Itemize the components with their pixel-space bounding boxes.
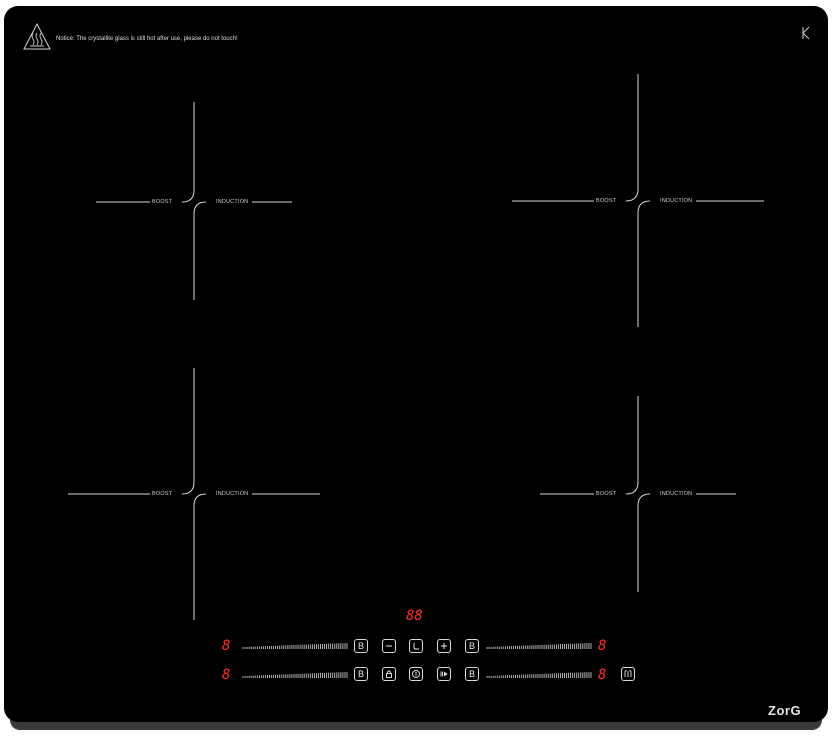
timer-icon (413, 643, 419, 650)
power-slider-right-top[interactable] (486, 643, 592, 649)
induction-label: INDUCTION (216, 491, 249, 497)
induction-label: INDUCTION (660, 198, 693, 204)
power-icon (412, 670, 420, 678)
lock-icon (386, 670, 392, 678)
lock-button[interactable] (382, 667, 396, 681)
minus-button[interactable] (382, 639, 396, 653)
bridge-button[interactable] (621, 667, 635, 681)
pause-icon (440, 671, 448, 677)
timer-button[interactable] (409, 639, 423, 653)
cooking-zone-rear-left: BOOST INDUCTION (94, 102, 294, 302)
boost-button-right-top[interactable]: B (465, 639, 479, 653)
induction-label: INDUCTION (216, 199, 249, 205)
zone-display-left-top: 8 (222, 638, 231, 654)
warning-hot-surface-icon (23, 22, 51, 50)
minus-icon (386, 645, 392, 647)
zone-display-right-bottom: 8 (598, 667, 607, 683)
power-slider-left-bottom[interactable] (242, 672, 348, 678)
cooking-zone-rear-right: BOOST INDUCTION (508, 74, 768, 334)
zone-display-right-top: 8 (598, 638, 607, 654)
timer-display: 88 (406, 608, 423, 624)
pause-button[interactable] (437, 667, 451, 681)
cooking-zone-front-right: BOOST INDUCTION (538, 396, 738, 596)
boost-button-left-top[interactable]: B (354, 639, 368, 653)
zone-outline (540, 396, 736, 592)
corner-mark-icon (802, 26, 810, 40)
cooking-zone-front-left: BOOST INDUCTION (66, 366, 322, 622)
zone-outline (512, 74, 764, 327)
power-slider-right-bottom[interactable] (486, 672, 592, 678)
hot-surface-notice: Notice: The crystallite glass is still h… (56, 36, 238, 42)
brand-logo: ZorG (768, 703, 802, 718)
power-slider-left-top[interactable] (242, 643, 348, 649)
zone-display-left-bottom: 8 (222, 667, 231, 683)
boost-label: BOOST (596, 491, 617, 497)
induction-label: INDUCTION (660, 491, 693, 497)
power-button[interactable] (409, 667, 423, 681)
boost-label: BOOST (152, 199, 173, 205)
boost-label: BOOST (596, 198, 617, 204)
boost-label: BOOST (152, 491, 173, 497)
plus-icon (441, 643, 447, 649)
boost-button-right-bottom[interactable]: B (465, 667, 479, 681)
zone-outline (96, 102, 292, 300)
boost-button-left-bottom[interactable]: B (354, 667, 368, 681)
plus-button[interactable] (437, 639, 451, 653)
zone-outline (68, 368, 320, 620)
bridge-icon (624, 670, 632, 677)
induction-hob: Notice: The crystallite glass is still h… (4, 6, 828, 722)
